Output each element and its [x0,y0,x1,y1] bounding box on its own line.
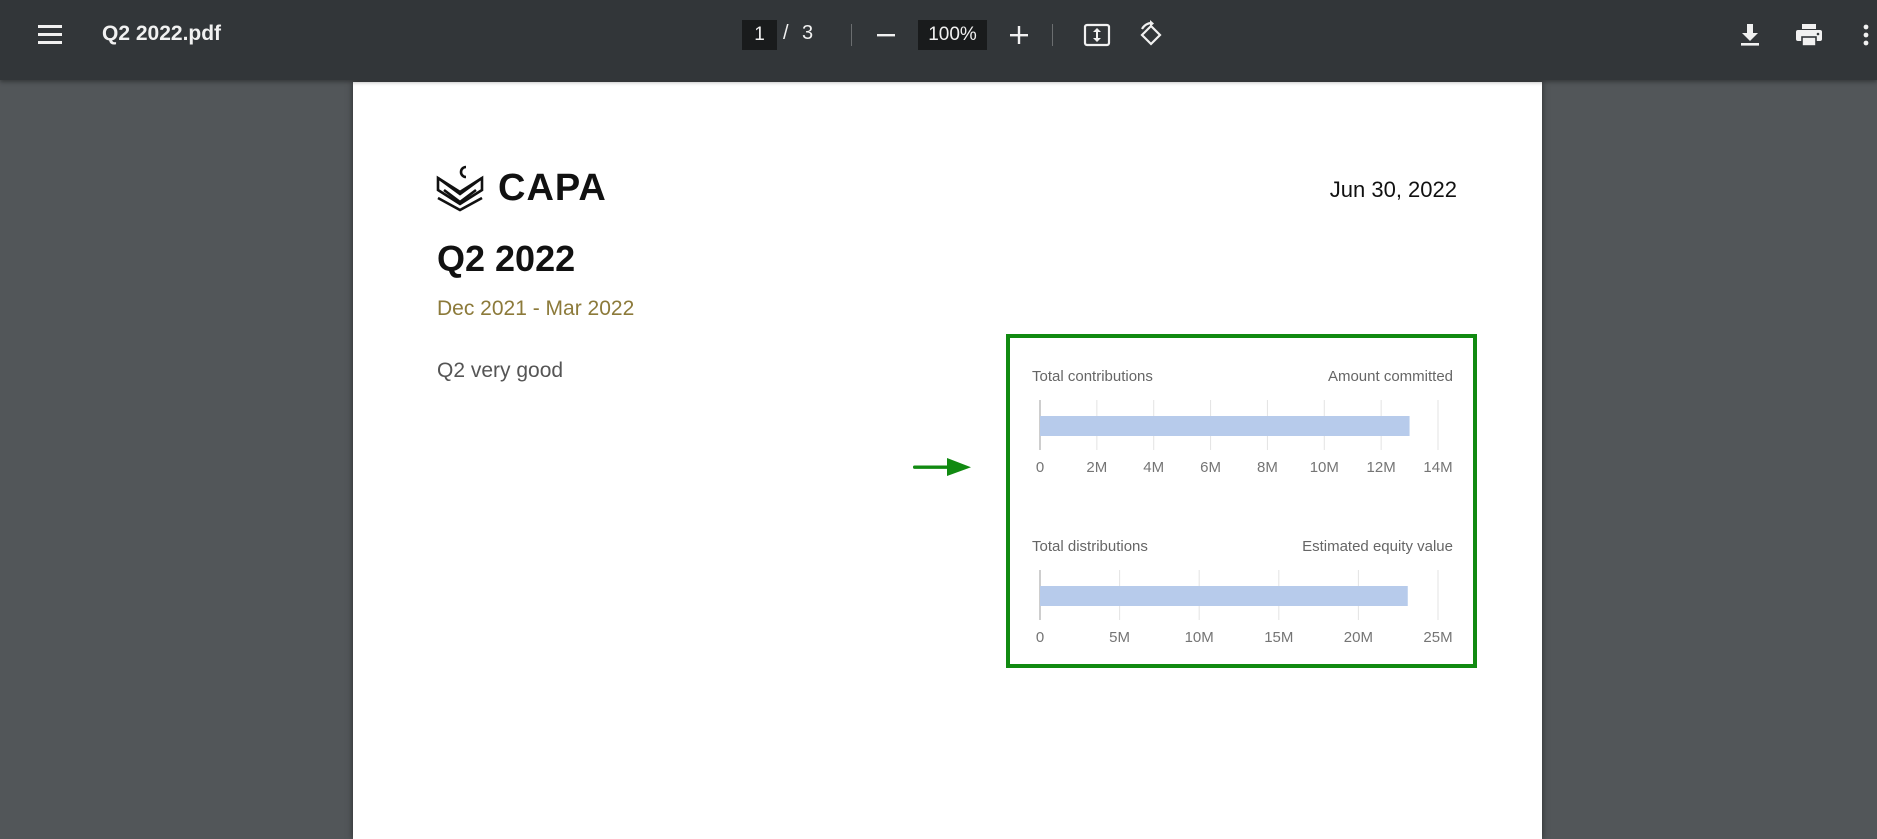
minus-icon [877,34,895,37]
zoom-out-button[interactable] [872,20,900,50]
tick-label: 12M [1367,459,1396,476]
tick-label: 25M [1423,629,1452,646]
annotation-arrow-icon [913,458,971,476]
pdf-page: CAPA Jun 30, 2022 Q2 2022 Dec 2021 - Mar… [353,82,1542,839]
print-button[interactable] [1791,18,1827,52]
menu-icon[interactable] [32,16,68,52]
rotate-icon [1140,20,1162,46]
chart-label-total-distributions: Total distributions [1032,538,1148,555]
download-button[interactable] [1734,18,1766,52]
more-vert-icon [1863,24,1869,46]
chart-label-estimated-equity-value: Estimated equity value [1302,538,1453,555]
current-page-input[interactable]: 1 [742,20,777,50]
more-options-button[interactable] [1858,18,1874,52]
toolbar-divider [1052,24,1053,46]
metrics-highlight-box: Total contributions Amount committed 0 2M… [1006,334,1477,668]
capa-logo-icon [436,165,484,212]
distributions-chart: 0 5M 10M 15M 20M 25M [1036,570,1453,646]
fit-to-page-button[interactable] [1080,18,1114,52]
tick-label: 4M [1143,459,1164,476]
tick-label: 5M [1109,629,1130,646]
plus-icon [1010,26,1028,44]
bar [1040,416,1410,436]
download-icon [1741,24,1759,46]
report-title: Q2 2022 [437,238,576,279]
zoom-input[interactable]: 100% [918,20,987,50]
page-separator: / [783,22,789,44]
fit-page-icon [1083,23,1111,47]
tick-label: 0 [1036,459,1044,476]
bar [1040,586,1408,606]
tick-label: 14M [1423,459,1452,476]
report-note: Q2 very good [437,359,564,382]
total-pages: 3 [802,22,814,44]
report-date: Jun 30, 2022 [1329,177,1457,202]
report-period: Dec 2021 - Mar 2022 [437,297,635,320]
tick-label: 6M [1200,459,1221,476]
toolbar-divider [851,24,852,46]
print-icon [1796,24,1822,47]
tick-label: 0 [1036,629,1044,646]
zoom-in-button[interactable] [1004,20,1034,50]
tick-label: 8M [1257,459,1278,476]
tick-label: 20M [1344,629,1373,646]
contributions-chart: 0 2M 4M 6M 8M 10M 12M 14M [1036,400,1453,476]
chart-label-total-contributions: Total contributions [1032,368,1153,385]
tick-label: 2M [1086,459,1107,476]
file-name: Q2 2022.pdf [102,22,222,45]
chart-label-amount-committed: Amount committed [1327,368,1453,385]
pdf-toolbar: Q2 2022.pdf 1 / 3 100% [0,0,1877,80]
rotate-button[interactable] [1134,17,1168,53]
logo-text: CAPA [498,166,607,209]
company-logo: CAPA [436,164,607,212]
tick-label: 10M [1310,459,1339,476]
tick-label: 10M [1185,629,1214,646]
tick-label: 15M [1264,629,1293,646]
